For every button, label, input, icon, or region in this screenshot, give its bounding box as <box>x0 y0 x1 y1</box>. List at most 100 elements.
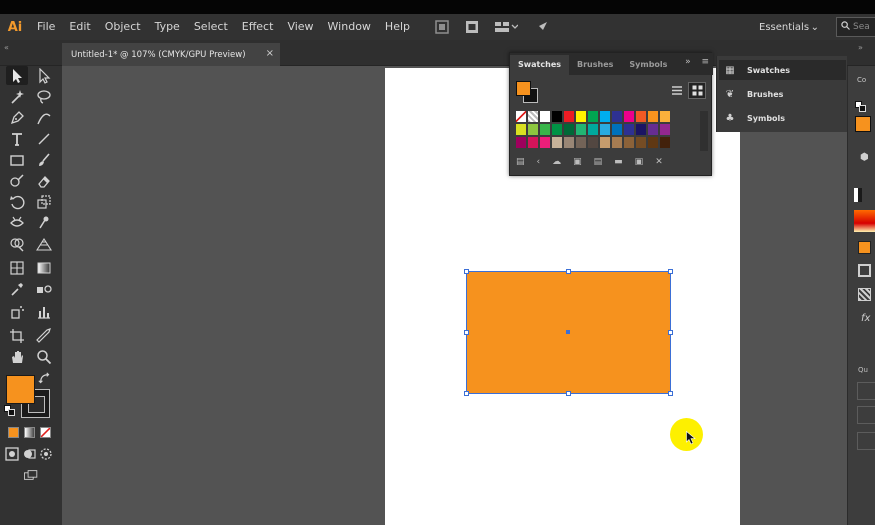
color-swatch[interactable] <box>600 111 610 122</box>
gpu-performance-icon[interactable] <box>533 19 551 35</box>
color-swatch[interactable] <box>576 137 586 148</box>
tab-swatches[interactable]: Swatches <box>510 55 569 75</box>
mesh-tool-icon[interactable] <box>6 258 28 277</box>
blend-tool-icon[interactable] <box>33 279 55 298</box>
color-swatch[interactable] <box>552 111 562 122</box>
color-swatch[interactable] <box>648 124 658 135</box>
artboard-tool-icon[interactable] <box>6 326 28 345</box>
menu-view[interactable]: View <box>280 14 320 40</box>
fill-color-swatch[interactable] <box>6 375 35 404</box>
draw-normal-icon[interactable] <box>4 447 20 461</box>
rectangle-tool-icon[interactable] <box>6 150 28 169</box>
bounding-box-handle[interactable] <box>668 391 673 396</box>
type-tool-icon[interactable] <box>6 129 28 148</box>
thumbnail-view-icon[interactable] <box>688 82 706 99</box>
arrange-documents-icon[interactable] <box>493 19 519 35</box>
color-swatch[interactable] <box>648 111 658 122</box>
workspace-switcher[interactable]: Essentials ⌄ <box>752 17 826 37</box>
color-panel-fill-swatch[interactable] <box>855 116 871 132</box>
cloud-library-icon[interactable]: ☁ <box>552 157 561 171</box>
color-swatch[interactable] <box>600 124 610 135</box>
draw-behind-icon[interactable] <box>21 447 37 461</box>
color-swatch[interactable] <box>528 124 538 135</box>
collapse-panels-icon[interactable]: » <box>858 43 863 52</box>
color-swatch[interactable] <box>660 137 670 148</box>
color-swatch[interactable] <box>564 124 574 135</box>
panel-button-swatches[interactable]: ▦ Swatches <box>719 60 846 80</box>
bridge-icon[interactable] <box>433 19 451 35</box>
cube-icon[interactable]: ⬢ <box>860 152 869 163</box>
swap-fill-stroke-icon[interactable] <box>38 372 52 386</box>
eyedropper-tool-icon[interactable] <box>6 279 28 298</box>
color-swatch[interactable] <box>624 111 634 122</box>
direct-selection-tool-icon[interactable] <box>33 66 55 85</box>
close-icon[interactable]: × <box>266 48 274 59</box>
color-swatch[interactable] <box>660 124 670 135</box>
hand-tool-icon[interactable] <box>6 347 28 366</box>
color-spectrum[interactable] <box>854 210 875 232</box>
width-tool-icon[interactable] <box>6 213 28 232</box>
perspective-grid-tool-icon[interactable] <box>33 234 55 253</box>
color-swatch[interactable] <box>660 111 670 122</box>
expand-panel-icon[interactable]: » <box>685 57 691 67</box>
color-swatch[interactable] <box>516 111 526 122</box>
color-swatch[interactable] <box>588 124 598 135</box>
slice-tool-icon[interactable] <box>33 326 55 345</box>
rotate-tool-icon[interactable] <box>6 192 28 211</box>
shape-builder-tool-icon[interactable] <box>6 234 28 253</box>
bounding-box-handle[interactable] <box>668 330 673 335</box>
draw-inside-icon[interactable] <box>38 447 54 461</box>
color-swatch[interactable] <box>552 124 562 135</box>
color-swatch[interactable] <box>612 124 622 135</box>
default-fill-stroke-icon[interactable] <box>855 98 867 112</box>
color-swatch[interactable] <box>648 137 658 148</box>
swatch-kind-icon[interactable]: ▣ <box>573 157 582 171</box>
gradient-mode-icon[interactable] <box>24 427 35 438</box>
new-color-group-icon[interactable]: ▬ <box>614 157 623 171</box>
quick-action-button[interactable] <box>857 382 875 400</box>
menu-select[interactable]: Select <box>187 14 235 40</box>
bounding-box-handle[interactable] <box>464 330 469 335</box>
menu-edit[interactable]: Edit <box>62 14 97 40</box>
tab-symbols[interactable]: Symbols <box>621 55 675 75</box>
swatch-libraries-icon[interactable]: ▤ <box>516 157 525 171</box>
bounding-box-handle[interactable] <box>464 391 469 396</box>
color-swatch[interactable] <box>612 111 622 122</box>
bounding-box-handle[interactable] <box>566 269 571 274</box>
color-swatch[interactable] <box>516 124 526 135</box>
gradient-tool-icon[interactable] <box>33 258 55 277</box>
screen-mode-icon[interactable] <box>20 467 42 483</box>
delete-swatch-icon[interactable]: ✕ <box>655 157 663 171</box>
menu-help[interactable]: Help <box>378 14 417 40</box>
swatch-options-icon[interactable]: ▤ <box>594 157 603 171</box>
swatches-scrollbar[interactable] <box>700 111 708 151</box>
document-tab[interactable]: Untitled-1* @ 107% (CMYK/GPU Preview) × <box>62 43 280 66</box>
list-view-icon[interactable] <box>669 82 685 98</box>
magic-wand-tool-icon[interactable] <box>6 87 28 106</box>
fill-color-mini-swatch[interactable] <box>858 241 871 254</box>
panel-menu-icon[interactable]: ≡ <box>701 57 709 67</box>
color-swatch[interactable] <box>624 137 634 148</box>
color-swatch[interactable] <box>528 111 538 122</box>
color-swatch[interactable] <box>516 137 526 148</box>
color-swatch[interactable] <box>540 124 550 135</box>
zoom-tool-icon[interactable] <box>33 347 55 366</box>
color-swatch[interactable] <box>600 137 610 148</box>
pen-tool-icon[interactable] <box>6 108 28 127</box>
color-swatch[interactable] <box>612 137 622 148</box>
color-swatch[interactable] <box>636 111 646 122</box>
line-segment-tool-icon[interactable] <box>33 129 55 148</box>
color-mode-icon[interactable] <box>8 427 19 438</box>
menu-type[interactable]: Type <box>148 14 187 40</box>
menu-object[interactable]: Object <box>98 14 148 40</box>
eraser-tool-icon[interactable] <box>33 171 55 190</box>
color-swatch[interactable] <box>588 137 598 148</box>
stock-icon[interactable] <box>463 19 481 35</box>
transparency-icon[interactable] <box>858 288 871 301</box>
none-mode-icon[interactable] <box>40 427 51 438</box>
shaper-tool-icon[interactable] <box>6 171 28 190</box>
color-swatch[interactable] <box>624 124 634 135</box>
default-fill-stroke-icon[interactable] <box>4 405 16 417</box>
panel-button-brushes[interactable]: ❦ Brushes <box>719 84 846 104</box>
color-swatch[interactable] <box>528 137 538 148</box>
